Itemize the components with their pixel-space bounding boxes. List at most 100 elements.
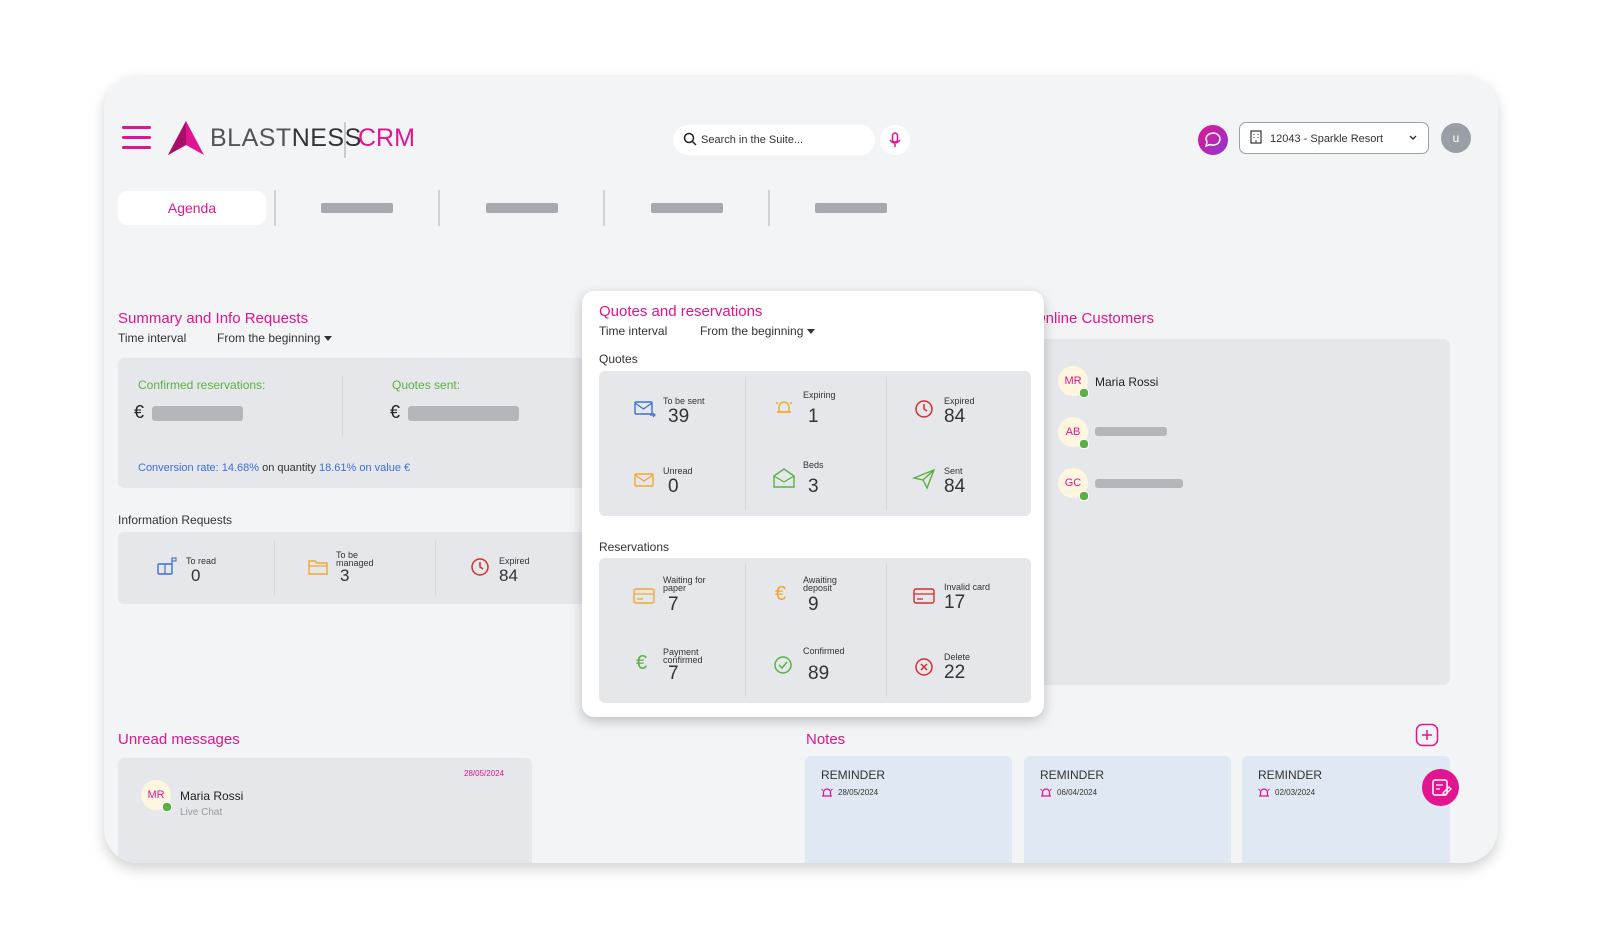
to-be-sent-label: To be sent — [663, 396, 705, 406]
customer-name-redacted — [1095, 427, 1167, 436]
tab-placeholder-4[interactable] — [815, 203, 887, 213]
quotes-card: To be sent 39 Expiring 1 Expired 84 Unre… — [599, 371, 1031, 516]
online-customers-title: Online Customers — [1034, 310, 1155, 327]
to-be-managed-value: 3 — [340, 566, 350, 585]
note-date: 06/04/2024 — [1057, 788, 1098, 797]
awaiting-deposit-value: 9 — [808, 594, 819, 615]
user-avatar[interactable]: u — [1441, 123, 1471, 153]
building-icon — [1250, 130, 1262, 144]
online-status-dot — [1079, 388, 1089, 398]
payment-confirmed-label: Payment confirmed — [663, 647, 703, 665]
quotes-sent-value-redacted — [408, 406, 519, 421]
app-name: CRM — [358, 124, 415, 152]
divider — [274, 540, 275, 596]
credit-card-icon — [913, 588, 935, 604]
online-status-dot — [162, 802, 172, 812]
confirmed-res-label: Confirmed — [803, 646, 845, 656]
add-note-icon[interactable] — [1415, 723, 1439, 747]
expired-label: Expired — [499, 556, 530, 566]
note-date: 28/05/2024 — [838, 788, 879, 797]
quotes-section-title: Quotes — [599, 352, 638, 366]
sent-label: Sent — [944, 466, 963, 476]
reservations-card: Waiting for paper 7 € Awaiting deposit 9… — [599, 558, 1031, 703]
online-status-dot — [1079, 491, 1089, 501]
crm-app-window: BLASTNESS CRM Search in the Suite... 120… — [104, 75, 1498, 863]
unread-messages-title: Unread messages — [118, 731, 240, 748]
reservations-section-title: Reservations — [599, 540, 670, 554]
logo-divider — [344, 122, 346, 158]
summary-interval-select[interactable]: From the beginning — [217, 331, 333, 345]
tab-divider — [274, 190, 276, 226]
invalid-card-label: Invalid card — [944, 582, 991, 592]
message-date: 28/05/2024 — [464, 769, 505, 778]
to-read-value: 0 — [191, 566, 201, 585]
to-read-label: To read — [186, 556, 217, 566]
tab-divider — [603, 190, 605, 226]
microphone-icon — [889, 132, 901, 147]
note-card[interactable]: REMINDER 02/03/2024 — [1242, 756, 1450, 863]
alarm-bell-icon — [821, 788, 833, 797]
voice-search-button[interactable] — [880, 125, 910, 155]
check-circle-icon — [774, 656, 792, 674]
paper-plane-icon — [912, 468, 936, 490]
confirmed-value-redacted — [152, 406, 243, 421]
delete-value: 22 — [944, 662, 966, 683]
blastness-logo-icon — [168, 121, 204, 155]
chat-bubble-icon — [1204, 132, 1221, 148]
notes-title: Notes — [806, 731, 846, 748]
divider — [745, 564, 746, 697]
sent-value: 84 — [944, 476, 966, 497]
x-circle-icon — [915, 658, 933, 676]
delete-label: Delete — [944, 652, 971, 662]
divider — [886, 564, 887, 697]
quotes-sent-label: Quotes sent: — [392, 378, 461, 392]
envelope-icon — [634, 473, 654, 487]
expired-quotes-label: Expired — [944, 396, 975, 406]
tab-placeholder-1[interactable] — [321, 203, 393, 213]
confirmed-label: Confirmed reservations: — [138, 378, 266, 392]
menu-icon[interactable] — [122, 126, 151, 150]
clock-icon — [915, 400, 933, 418]
note-title: REMINDER — [1258, 768, 1323, 782]
conversion-rate: Conversion rate: 14.68% on quantity 18.6… — [138, 462, 411, 474]
info-requests-title: Information Requests — [118, 513, 233, 527]
search-icon — [683, 132, 697, 146]
quotes-interval-select[interactable]: From the beginning — [700, 324, 816, 338]
tab-placeholder-3[interactable] — [651, 203, 723, 213]
euro-icon: € — [636, 652, 648, 674]
property-select[interactable]: 12043 - Sparkle Resort — [1239, 122, 1429, 154]
tab-agenda[interactable]: Agenda — [118, 191, 266, 225]
customer-name[interactable]: Maria Rossi — [1095, 375, 1158, 389]
caret-down-icon — [324, 336, 333, 342]
alarm-bell-icon — [1258, 788, 1270, 797]
summary-interval-label: Time interval — [118, 331, 187, 345]
waiting-for-paper-value: 7 — [668, 594, 679, 615]
beds-label: Beds — [803, 460, 824, 470]
divider — [745, 377, 746, 510]
search-input[interactable]: Search in the Suite... — [673, 125, 875, 155]
tab-divider — [438, 190, 440, 226]
to-be-managed-label: To be managed — [336, 550, 374, 568]
confirmed-res-value: 89 — [808, 663, 830, 684]
awaiting-deposit-label: Awaiting deposit — [803, 575, 837, 593]
tab-placeholder-2[interactable] — [486, 203, 558, 213]
note-title: REMINDER — [1040, 768, 1105, 782]
online-status-dot — [1079, 439, 1089, 449]
quotes-sent-currency: € — [390, 402, 401, 422]
chat-button[interactable] — [1198, 125, 1228, 155]
note-date: 02/03/2024 — [1275, 788, 1316, 797]
info-requests-card: To read 0 To be managed 3 Expired 84 — [118, 532, 588, 604]
note-card[interactable]: REMINDER 28/05/2024 — [805, 756, 1012, 863]
expiring-value: 1 — [808, 406, 819, 427]
online-customers-card: MR Maria Rossi AB GC — [1028, 339, 1450, 685]
expiring-label: Expiring — [803, 390, 836, 400]
expired-quotes-value: 84 — [944, 406, 966, 427]
mail-send-icon — [634, 401, 656, 418]
bell-icon — [775, 401, 793, 413]
note-card[interactable]: REMINDER 06/04/2024 — [1024, 756, 1231, 863]
edit-note-fab[interactable] — [1422, 769, 1459, 806]
unread-message-item[interactable]: 28/05/2024 MR Maria Rossi Live Chat — [118, 758, 532, 863]
caret-down-icon — [807, 329, 816, 335]
note-title: REMINDER — [821, 768, 886, 782]
message-source: Live Chat — [180, 807, 223, 818]
